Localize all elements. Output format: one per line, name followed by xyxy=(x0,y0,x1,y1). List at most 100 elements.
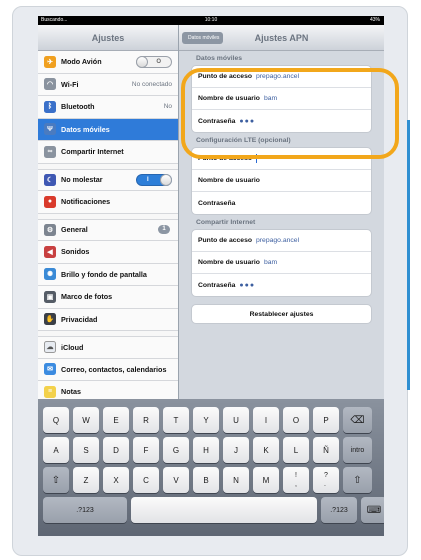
moon-icon: ☾ xyxy=(44,173,56,186)
sidebar-item[interactable]: ▣ Marco de fotos xyxy=(38,286,178,309)
keyboard-key[interactable]: J xyxy=(223,437,249,463)
sidebar-item-value: No conectado xyxy=(131,80,172,88)
sidebar-item-label: General xyxy=(61,225,88,235)
sidebar-item[interactable]: Ψ Datos móviles xyxy=(38,118,178,141)
sidebar-item[interactable]: ● Notificaciones xyxy=(38,191,178,214)
toggle-state-label: O xyxy=(156,58,161,65)
notifications-icon: ● xyxy=(44,195,56,208)
keyboard-key[interactable]: O xyxy=(283,407,309,433)
keyboard-key[interactable]: K xyxy=(253,437,279,463)
sidebar-item-label: Marco de fotos xyxy=(61,292,113,302)
toggle-knob xyxy=(160,173,172,186)
page-accent-line xyxy=(407,120,410,390)
field-label: Nombre de usuario xyxy=(198,259,260,266)
field-label: Contraseña xyxy=(198,281,236,289)
keyboard-key[interactable]: T xyxy=(163,407,189,433)
reset-settings-button[interactable]: Restablecer ajustes xyxy=(191,304,372,324)
sidebar-item-label: Wi-Fi xyxy=(61,79,79,89)
keyboard-key[interactable]: M xyxy=(253,467,279,493)
sidebar-item[interactable]: ◠ Wi-Fi No conectado xyxy=(38,73,178,96)
settings-sidebar: Ajustes ✈ Modo Avión O ◠ Wi-Fi No conectado ᛒ B… xyxy=(38,25,179,399)
on-screen-keyboard: Q W E R T Y U I O P ⌫ A S D F G H J K L Ñintro ⇧ Z X C V B N M! ,? .… xyxy=(38,399,384,536)
sidebar-title: Ajustes xyxy=(38,25,178,51)
keyboard-key[interactable]: N xyxy=(223,467,249,493)
keyboard-key[interactable]: Ñ xyxy=(313,437,339,463)
keyboard-key[interactable]: Y xyxy=(193,407,219,433)
back-button[interactable]: Datos móviles xyxy=(182,32,224,44)
keyboard-key[interactable]: R xyxy=(133,407,159,433)
settings-group: Punto de acceso prepago.ancel Nombre de us… xyxy=(191,229,372,297)
group-title: Compartir Internet xyxy=(196,219,256,226)
antenna-icon: Ψ xyxy=(44,123,56,136)
keyboard-key[interactable]: G xyxy=(163,437,189,463)
sidebar-item-label: Modo Avión xyxy=(61,57,102,67)
sidebar-item[interactable]: ☁ iCloud xyxy=(38,336,178,359)
sidebar-item-label: Correo, contactos, calendarios xyxy=(61,364,167,374)
keyboard-key[interactable]: V xyxy=(163,467,189,493)
keyboard-key[interactable]: ⇧ xyxy=(43,467,69,493)
keyboard-key[interactable]: S xyxy=(73,437,99,463)
keyboard-key[interactable]: U xyxy=(223,407,249,433)
keyboard-key[interactable]: ⇧ xyxy=(343,467,372,493)
field-label: Nombre de usuario xyxy=(198,177,260,184)
field-label: Punto de acceso xyxy=(198,237,253,244)
field-value[interactable]: bam xyxy=(264,259,277,266)
mail-icon: ✉ xyxy=(44,363,56,376)
keyboard-key[interactable]: ⌨ xyxy=(361,497,384,523)
settings-field-row[interactable]: Contraseña xyxy=(192,192,371,214)
keyboard-key[interactable]: .?123 xyxy=(43,497,127,523)
wifi-icon: ◠ xyxy=(44,78,56,91)
sidebar-item[interactable]: ✉ Correo, contactos, calendarios xyxy=(38,358,178,381)
status-bar: Buscando... 10:10 43% xyxy=(38,16,384,25)
keyboard-key[interactable]: D xyxy=(103,437,129,463)
sidebar-item-label: Datos móviles xyxy=(61,124,110,134)
sidebar-item[interactable]: ∞ Compartir Internet xyxy=(38,141,178,164)
sidebar-item[interactable]: ☾ No molestar I xyxy=(38,168,178,191)
sidebar-item[interactable]: ◀ Sonidos xyxy=(38,241,178,264)
keyboard-key[interactable]: Q xyxy=(43,407,69,433)
sidebar-item[interactable]: ᛒ Bluetooth No xyxy=(38,96,178,119)
sidebar-item[interactable]: ✋ Privacidad xyxy=(38,308,178,331)
keyboard-key[interactable]: P xyxy=(313,407,339,433)
keyboard-key[interactable]: ? . xyxy=(313,467,339,493)
keyboard-key[interactable] xyxy=(131,497,317,523)
keyboard-key[interactable]: .?123 xyxy=(321,497,357,523)
settings-field-row[interactable]: Punto de acceso prepago.ancel xyxy=(192,230,371,252)
sidebar-item[interactable]: ✈ Modo Avión O xyxy=(38,51,178,74)
airplane-icon: ✈ xyxy=(44,55,56,68)
keyboard-key[interactable]: A xyxy=(43,437,69,463)
keyboard-key[interactable]: L xyxy=(283,437,309,463)
main-header: Datos móviles Ajustes APN xyxy=(179,25,384,51)
keyboard-key[interactable]: I xyxy=(253,407,279,433)
keyboard-key[interactable]: H xyxy=(193,437,219,463)
keyboard-key[interactable]: C xyxy=(133,467,159,493)
sidebar-item-label: iCloud xyxy=(61,342,84,352)
gear-icon: ⚙ xyxy=(44,223,56,236)
sidebar-item[interactable]: ⚙ General 1 xyxy=(38,218,178,241)
sidebar-item-label: Notificaciones xyxy=(61,197,111,207)
settings-field-row[interactable]: Contraseña ●●● xyxy=(192,274,371,296)
sidebar-item[interactable]: ✺ Brillo y fondo de pantalla xyxy=(38,263,178,286)
keyboard-key[interactable]: F xyxy=(133,437,159,463)
page-title: Ajustes APN xyxy=(254,33,309,43)
toggle-knob xyxy=(136,55,148,68)
toggle-switch[interactable]: O xyxy=(136,55,172,68)
sidebar-item[interactable]: ≡ Notas xyxy=(38,381,178,399)
keyboard-key[interactable]: ⌫ xyxy=(343,407,372,433)
keyboard-key[interactable]: E xyxy=(103,407,129,433)
toggle-switch[interactable]: I xyxy=(136,173,172,186)
bluetooth-icon: ᛒ xyxy=(44,100,56,113)
keyboard-key[interactable]: W xyxy=(73,407,99,433)
keyboard-key[interactable]: Z xyxy=(73,467,99,493)
keyboard-key[interactable]: B xyxy=(193,467,219,493)
keyboard-key[interactable]: intro xyxy=(343,437,372,463)
battery-level: 43% xyxy=(369,17,380,23)
settings-field-row[interactable]: Nombre de usuario bam xyxy=(192,252,371,274)
sidebar-item-label: Compartir Internet xyxy=(61,147,124,157)
sidebar-item-label: Brillo y fondo de pantalla xyxy=(61,269,147,279)
keyboard-key[interactable]: ! , xyxy=(283,467,309,493)
password-dots[interactable]: ●●● xyxy=(239,282,255,289)
field-value[interactable]: prepago.ancel xyxy=(256,237,299,244)
keyboard-key[interactable]: X xyxy=(103,467,129,493)
settings-field-row[interactable]: Nombre de usuario xyxy=(192,170,371,192)
